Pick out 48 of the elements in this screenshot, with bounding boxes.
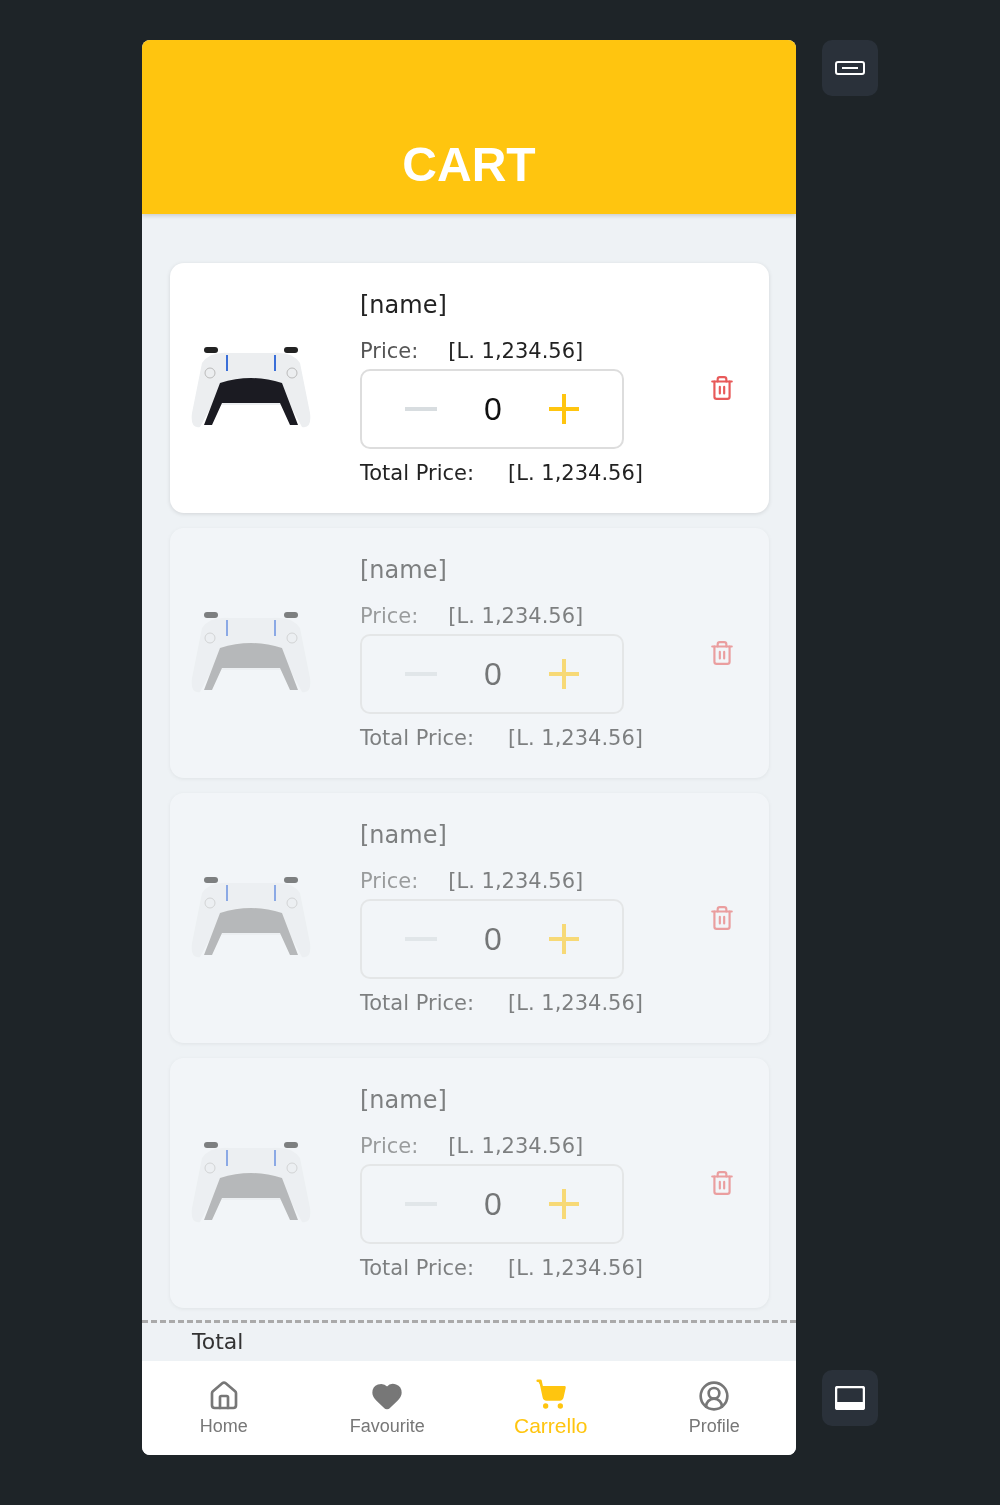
page-title: CART — [402, 137, 536, 192]
cart-item-card[interactable]: [name] Price: [L. 1,234.56] 0 Total Price: [L. 1,234.56] — [170, 793, 769, 1043]
nav-tab[interactable]: Profile — [632, 1361, 796, 1455]
cart-item-card[interactable]: [name] Price: [L. 1,234.56] 0 Total Price: [L. 1,234.56] — [170, 528, 769, 778]
increment-button[interactable] — [548, 659, 579, 689]
quantity-value: 0 — [484, 390, 502, 428]
increment-button[interactable] — [548, 924, 579, 954]
price-label: Price: — [360, 339, 419, 363]
total-price-value: [L. 1,234.56] — [508, 726, 643, 750]
nav-tab[interactable]: Home — [142, 1361, 306, 1455]
quantity-value: 0 — [484, 1185, 502, 1223]
product-name: [name] — [360, 1086, 448, 1114]
price-label: Price: — [360, 1134, 419, 1158]
increment-button[interactable] — [548, 1189, 579, 1219]
price-value: [L. 1,234.56] — [448, 604, 584, 628]
price-value: [L. 1,234.56] — [448, 1134, 584, 1158]
product-name: [name] — [360, 291, 448, 319]
quantity-value: 0 — [484, 920, 502, 958]
total-price-value: [L. 1,234.56] — [508, 461, 643, 485]
price-label: Price: — [360, 604, 419, 628]
cart-icon — [534, 1378, 567, 1410]
price-value: [L. 1,234.56] — [448, 869, 584, 893]
price-value: [L. 1,234.56] — [448, 339, 584, 363]
cart-item-card[interactable]: [name] Price: [L. 1,234.56] 0 Total Price: [L. 1,234.56] — [170, 1058, 769, 1308]
total-price-label: Total Price: — [360, 1256, 475, 1280]
minimize-button[interactable] — [822, 40, 878, 96]
delete-icon[interactable] — [709, 640, 735, 666]
cart-item-card[interactable]: [name] Price: [L. 1,234.56] 0 Total Price: [L. 1,234.56] — [170, 263, 769, 513]
decrement-button[interactable] — [405, 407, 438, 411]
window-icon — [835, 1386, 865, 1410]
profile-icon — [698, 1379, 731, 1412]
increment-button[interactable] — [548, 394, 579, 424]
delete-icon[interactable] — [709, 375, 735, 401]
delete-icon[interactable] — [709, 1170, 735, 1196]
delete-icon[interactable] — [709, 905, 735, 931]
product-name: [name] — [360, 556, 448, 584]
total-label: Total — [192, 1329, 244, 1355]
product-name: [name] — [360, 821, 448, 849]
total-price-label: Total Price: — [360, 991, 475, 1015]
quantity-value: 0 — [484, 655, 502, 693]
price-label: Price: — [360, 869, 419, 893]
window-button[interactable] — [822, 1370, 878, 1426]
total-price-label: Total Price: — [360, 726, 475, 750]
total-price-value: [L. 1,234.56] — [508, 991, 643, 1015]
total-price-value: [L. 1,234.56] — [508, 1256, 643, 1280]
total-price-label: Total Price: — [360, 461, 475, 485]
minimize-icon — [835, 61, 865, 75]
nav-tab[interactable]: Favourite — [305, 1361, 469, 1455]
